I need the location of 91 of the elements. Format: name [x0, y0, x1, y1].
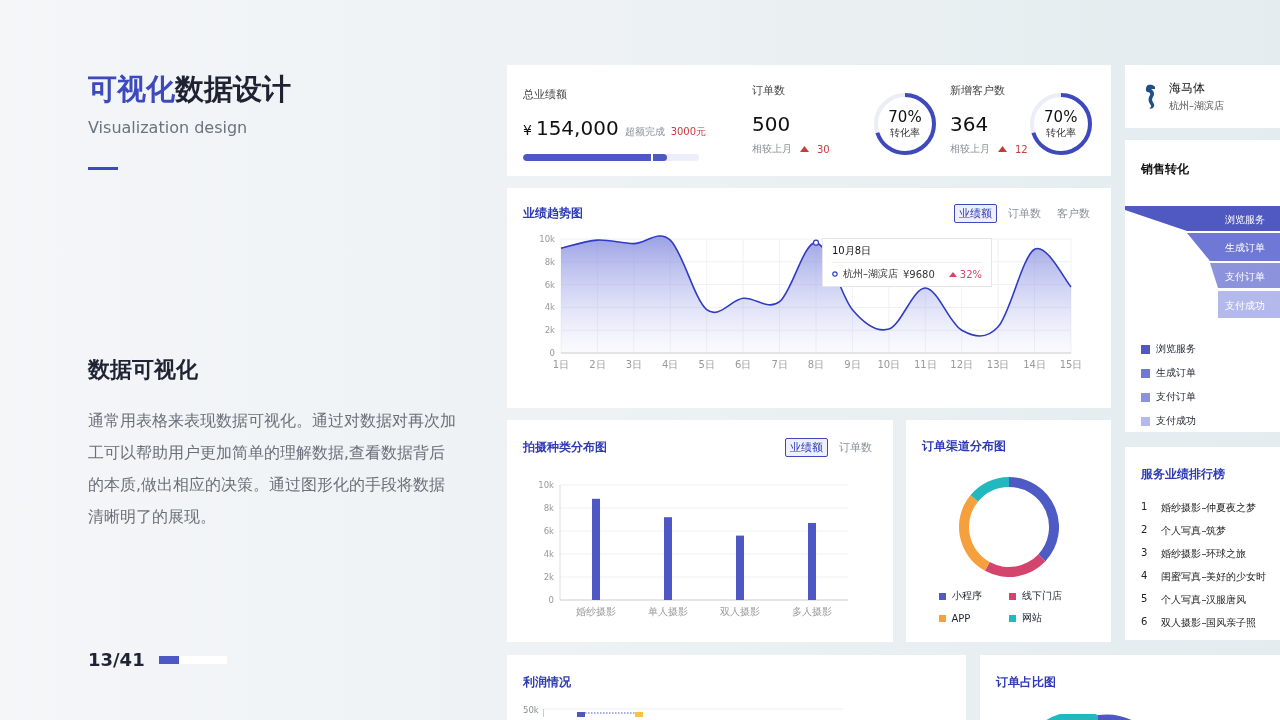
axis-label: 50k: [523, 705, 539, 715]
axis-label: 15日: [1059, 359, 1083, 370]
rank-item: 个人写真–筑梦: [1161, 524, 1227, 538]
legend-label: 小程序: [951, 589, 982, 603]
axis-label: 2k: [544, 325, 555, 336]
card-title: 拍摄种类分布图: [523, 439, 607, 456]
card-title: 业绩趋势图: [523, 205, 583, 222]
axis-label: 1日: [552, 359, 570, 370]
rank-item: 婚纱摄影–仲夏夜之梦: [1161, 501, 1257, 515]
rank-number: 6: [1141, 616, 1148, 629]
change-value: 12: [1015, 143, 1028, 155]
axis-label: 10k: [539, 234, 555, 244]
axis-label: 3日: [625, 359, 643, 370]
tooltip-date: 10月8日: [832, 244, 982, 263]
tooltip-store: 杭州–湖滨店: [843, 267, 898, 281]
kpi-label: 订单数: [752, 83, 786, 98]
rank-item: 婚纱摄影–环球之旅: [1161, 547, 1247, 561]
legend-label: 浏览服务: [1156, 342, 1196, 356]
rank-number: 2: [1141, 524, 1148, 537]
card-title: 服务业绩排行榜: [1141, 467, 1225, 481]
stage-label: 生成订单: [1225, 242, 1265, 253]
rank-number: 4: [1141, 570, 1148, 583]
tooltip-value: ¥9680: [903, 268, 935, 280]
card-title: 利润情况: [523, 675, 571, 689]
legend-label: 支付成功: [1156, 414, 1196, 428]
change-value: 30: [817, 143, 830, 155]
axis-label: 13日: [986, 359, 1010, 370]
kpi-label: 总业绩额: [523, 88, 567, 101]
slide-title: 可视化数据设计: [88, 71, 292, 108]
axis-label: 8k: [543, 503, 554, 513]
description-paragraph: 通常用表格来表现数据可视化。通过对数据对再次加工可以帮助用户更加简单的理解数据,查看数据背后的本质,做出相应的决策。通过图形化的手段将数据清晰明了的展现。: [88, 411, 456, 528]
legend-label: 生成订单: [1156, 366, 1196, 380]
axis-label: 0: [549, 348, 555, 358]
axis-label: 单人摄影: [648, 606, 688, 617]
axis-label: 8日: [807, 359, 825, 370]
rank-number: 5: [1141, 593, 1148, 606]
axis-label: 8k: [544, 256, 555, 267]
axis-label: 10日: [877, 359, 901, 370]
rank-item: 个人写真–汉服唐风: [1161, 593, 1247, 607]
axis-label: 双人摄影: [720, 606, 760, 617]
kpi-value: 500: [752, 112, 792, 136]
kpi-value: 154,000: [535, 116, 619, 140]
percent-value: 70%: [888, 108, 922, 126]
ring-label: 转化率: [890, 126, 920, 140]
percent-value: 70%: [1044, 108, 1078, 126]
tooltip-change: 32%: [959, 268, 982, 280]
axis-label: 11日: [913, 359, 937, 370]
axis-label: 6日: [734, 359, 752, 370]
axis-label: 婚纱摄影: [576, 606, 616, 617]
kpi-extra: 3000元: [670, 125, 707, 139]
axis-label: 多人摄影: [792, 606, 832, 617]
axis-label: 4k: [543, 549, 554, 559]
page-number: 13/41: [88, 649, 145, 670]
axis-label: 14日: [1023, 359, 1046, 370]
axis-label: 9日: [844, 359, 861, 370]
rank-item: 双人摄影–国风亲子照: [1161, 616, 1257, 630]
axis-label: 5日: [698, 359, 715, 370]
ring-label: 转化率: [1045, 126, 1076, 140]
legend-label: APP: [951, 612, 971, 624]
rank-number: 3: [1141, 547, 1148, 560]
legend-label: 线下门店: [1021, 589, 1062, 603]
axis-label: 0: [548, 595, 554, 605]
store-name: 海马体: [1169, 80, 1206, 97]
card-title: 销售转化: [1141, 162, 1189, 176]
store-branch: 杭州–湖滨店: [1169, 99, 1224, 113]
stage-label: 支付订单: [1225, 270, 1265, 282]
kpi-label: 新增客户数: [950, 83, 1006, 98]
stage-label: 浏览服务: [1225, 213, 1265, 225]
axis-label: 6k: [544, 279, 555, 290]
kpi-note: 超额完成: [624, 125, 665, 139]
section-heading: 数据可视化: [88, 356, 198, 384]
kpi-value: 364: [950, 112, 990, 136]
compare-label: 相较上月: [752, 142, 792, 156]
axis-label: 6k: [543, 526, 554, 536]
currency-sign: ¥: [523, 122, 532, 138]
axis-label: 4k: [544, 302, 555, 313]
axis-label: 2k: [543, 572, 554, 582]
legend-label: 支付订单: [1156, 390, 1196, 404]
axis-label: 4日: [662, 359, 679, 370]
rank-item: 闺蜜写真–美好的少女时: [1161, 570, 1267, 584]
axis-label: 12日: [950, 359, 974, 370]
legend-label: 网站: [1021, 611, 1042, 625]
axis-label: 10k: [538, 480, 554, 490]
stage-label: 支付成功: [1225, 299, 1265, 311]
axis-label: 2日: [589, 359, 606, 370]
compare-label: 相较上月: [950, 142, 990, 156]
rank-number: 1: [1141, 501, 1148, 514]
slide-subtitle: Visualization design: [88, 118, 248, 137]
card-title: 订单占比图: [996, 675, 1056, 689]
axis-label: 7日: [771, 359, 788, 370]
card-title: 订单渠道分布图: [922, 438, 1006, 455]
